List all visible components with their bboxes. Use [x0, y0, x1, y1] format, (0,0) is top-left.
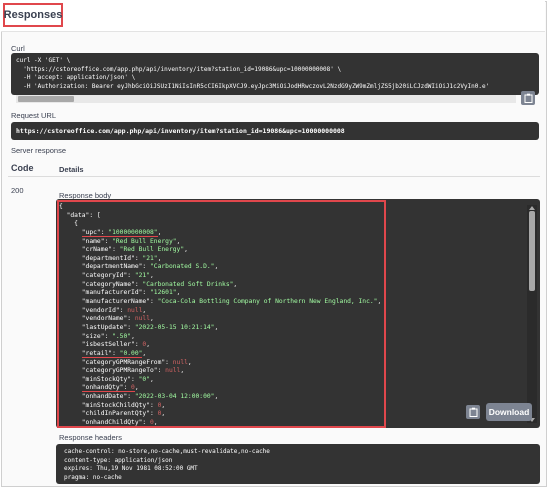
divider — [8, 176, 540, 177]
body-scroll-thumb[interactable] — [529, 211, 535, 291]
response-header-line: pragma: no-cache — [64, 474, 122, 482]
copy-curl-button[interactable] — [521, 91, 535, 105]
curl-scroll-thumb[interactable] — [18, 96, 74, 102]
responses-header: Responses — [1, 1, 545, 32]
response-header-line: content-type: application/json — [64, 456, 173, 464]
curl-line: -H 'Authorization: Bearer eyJhbGciOiJSUz… — [16, 82, 490, 90]
scroll-up-arrow-icon[interactable] — [529, 206, 535, 210]
code-column-header: Code — [11, 163, 34, 173]
copy-response-button[interactable] — [466, 405, 480, 419]
curl-line: 'https://cstoreoffice.com/app.php/api/in… — [16, 65, 342, 73]
clipboard-copy-icon — [469, 407, 477, 417]
response-header-line: expires: Thu,19 Nov 1981 08:52:00 GMT — [64, 465, 198, 473]
response-headers-block[interactable]: cache-control: no-store,no-cache,must-re… — [56, 444, 540, 484]
request-url-label: Request URL — [11, 111, 57, 120]
response-header-line: cache-control: no-store,no-cache,must-re… — [64, 448, 270, 455]
response-body-vertical-scrollbar[interactable] — [527, 205, 537, 423]
curl-command-block[interactable]: curl -X 'GET' \ 'https://cstoreoffice.co… — [11, 53, 539, 95]
details-column-header: Details — [59, 165, 84, 174]
responses-tab[interactable]: Responses — [3, 3, 63, 27]
response-headers-label: Response headers — [59, 433, 122, 442]
curl-line: curl -X 'GET' \ — [16, 57, 71, 64]
curl-line: -H 'accept: application/json' \ — [16, 74, 136, 81]
curl-label: Curl — [11, 44, 25, 53]
request-url-value[interactable]: https://cstoreoffice.com/app.php/api/inv… — [11, 122, 539, 140]
download-button[interactable]: Download — [486, 403, 532, 421]
clipboard-copy-icon — [524, 93, 532, 103]
curl-horizontal-scrollbar[interactable] — [16, 95, 516, 103]
highlight-box — [57, 200, 386, 428]
server-response-label: Server response — [11, 146, 67, 155]
response-code: 200 — [11, 186, 24, 195]
